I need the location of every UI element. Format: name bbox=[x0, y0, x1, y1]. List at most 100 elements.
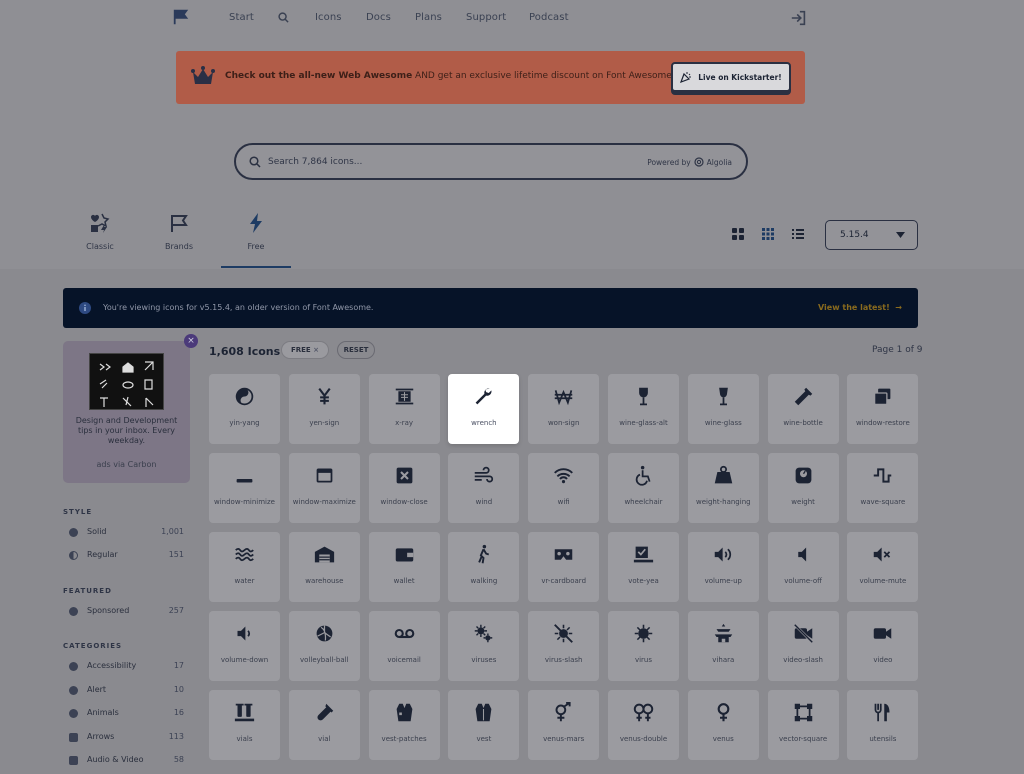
wine-glass-alt-icon bbox=[639, 387, 648, 406]
version-value: 5.15.4 bbox=[840, 230, 869, 240]
category-label: Arrows bbox=[87, 732, 115, 741]
volume-mute-icon bbox=[874, 547, 891, 562]
icon-card-wine-glass[interactable]: wine-glass bbox=[687, 374, 759, 444]
filter-count: 257 bbox=[168, 606, 184, 615]
icon-card-wave-square[interactable]: wave-square bbox=[847, 453, 919, 523]
kickstarter-button[interactable]: Live on Kickstarter! bbox=[671, 62, 791, 92]
category-alert[interactable]: Alert 10 bbox=[63, 683, 184, 697]
category-arrows[interactable]: Arrows 113 bbox=[63, 730, 184, 744]
icon-card-window-close[interactable]: window-close bbox=[368, 453, 440, 523]
icon-card-yen-sign[interactable]: yen-sign bbox=[288, 374, 360, 444]
icon-card-window-minimize[interactable]: window-minimize bbox=[209, 453, 280, 523]
icon-card-vote-yea[interactable]: vote-yea bbox=[608, 532, 679, 602]
accessibility-icon bbox=[69, 662, 78, 671]
icon-card-wrench[interactable]: wrench bbox=[448, 374, 520, 444]
icon-card-video-slash[interactable]: video-slash bbox=[767, 611, 839, 681]
icon-card-vector-square[interactable]: vector-square bbox=[767, 690, 839, 760]
view-latest-link[interactable]: View the latest! → bbox=[818, 303, 902, 312]
icon-card-wind[interactable]: wind bbox=[448, 453, 520, 523]
tab-classic[interactable]: Classic bbox=[65, 212, 135, 251]
icon-card-venus[interactable]: venus bbox=[687, 690, 759, 760]
ad-image[interactable] bbox=[89, 353, 164, 410]
reset-button[interactable]: RESET bbox=[337, 341, 375, 359]
icon-card-walking[interactable]: walking bbox=[448, 532, 520, 602]
remove-filter-icon[interactable]: × bbox=[313, 346, 319, 354]
icon-card-video[interactable]: video bbox=[847, 611, 919, 681]
category-animals[interactable]: Animals 16 bbox=[63, 706, 184, 720]
icon-card-label: video-slash bbox=[783, 656, 823, 664]
icon-card-wallet[interactable]: wallet bbox=[368, 532, 440, 602]
icon-card-volume-mute[interactable]: volume-mute bbox=[847, 532, 919, 602]
icon-card-vial[interactable]: vial bbox=[288, 690, 360, 760]
icon-card-volleyball-ball[interactable]: volleyball-ball bbox=[288, 611, 360, 681]
list-view-icon[interactable] bbox=[791, 227, 805, 241]
icon-card-yin-yang[interactable]: yin-yang bbox=[209, 374, 280, 444]
icon-card-weight-hanging[interactable]: weight-hanging bbox=[687, 453, 759, 523]
icon-card-volume-up[interactable]: volume-up bbox=[687, 532, 759, 602]
filter-regular[interactable]: Regular 151 bbox=[63, 548, 184, 562]
category-accessibility[interactable]: Accessibility 17 bbox=[63, 659, 184, 673]
icon-card-vials[interactable]: vials bbox=[209, 690, 280, 760]
icon-card-label: wine-bottle bbox=[783, 419, 823, 427]
search-bar[interactable]: Powered by Algolia bbox=[234, 143, 748, 180]
icon-card-venus-double[interactable]: venus-double bbox=[608, 690, 679, 760]
icon-card-vest-patches[interactable]: vest-patches bbox=[368, 690, 440, 760]
icon-card-utensils[interactable]: utensils bbox=[847, 690, 919, 760]
icon-card-vihara[interactable]: vihara bbox=[687, 611, 759, 681]
icon-card-voicemail[interactable]: voicemail bbox=[368, 611, 440, 681]
sign-in-icon[interactable] bbox=[790, 9, 808, 27]
font-awesome-flag-logo-icon[interactable] bbox=[172, 8, 190, 26]
icon-card-label: wine-glass bbox=[704, 419, 742, 427]
ad-text[interactable]: Design and Development tips in your inbo… bbox=[73, 416, 180, 446]
icon-card-water[interactable]: water bbox=[209, 532, 280, 602]
icon-card-label: warehouse bbox=[305, 577, 344, 585]
icon-card-wifi[interactable]: wifi bbox=[528, 453, 600, 523]
carbon-ad[interactable]: Design and Development tips in your inbo… bbox=[63, 341, 190, 483]
icon-card-vest[interactable]: vest bbox=[448, 690, 520, 760]
free-filter-pill[interactable]: FREE × bbox=[281, 341, 329, 359]
nav-support[interactable]: Support bbox=[466, 12, 506, 23]
nav-start[interactable]: Start bbox=[229, 12, 254, 23]
icon-card-volume-off[interactable]: volume-off bbox=[767, 532, 839, 602]
icon-card-weight[interactable]: weight bbox=[767, 453, 839, 523]
category-count: 16 bbox=[173, 708, 184, 717]
filter-count: 151 bbox=[168, 550, 184, 559]
filter-sponsored[interactable]: Sponsored 257 bbox=[63, 604, 184, 618]
icon-card-virus-slash[interactable]: virus-slash bbox=[528, 611, 600, 681]
search-input[interactable] bbox=[268, 152, 608, 172]
icon-card-warehouse[interactable]: warehouse bbox=[288, 532, 360, 602]
filter-solid[interactable]: Solid 1,001 bbox=[63, 525, 184, 539]
category-label: Accessibility bbox=[87, 661, 137, 670]
icon-card-window-restore[interactable]: window-restore bbox=[847, 374, 919, 444]
large-grid-view-icon[interactable] bbox=[731, 227, 745, 241]
tab-brands[interactable]: Brands bbox=[144, 212, 214, 251]
icon-card-venus-mars[interactable]: venus-mars bbox=[528, 690, 600, 760]
icon-card-vr-cardboard[interactable]: vr-cardboard bbox=[528, 532, 600, 602]
ad-via-label[interactable]: ads via Carbon bbox=[73, 460, 180, 469]
search-icon[interactable] bbox=[278, 12, 289, 23]
icon-card-wheelchair[interactable]: wheelchair bbox=[608, 453, 679, 523]
version-select[interactable]: 5.15.4 bbox=[825, 220, 918, 250]
powered-by-algolia[interactable]: Powered by Algolia bbox=[647, 157, 732, 167]
nav-podcast[interactable]: Podcast bbox=[529, 12, 569, 23]
category-audio-video[interactable]: Audio & Video 58 bbox=[63, 753, 184, 767]
icon-card-viruses[interactable]: viruses bbox=[448, 611, 520, 681]
banner-text: Check out the all-new Web Awesome AND ge… bbox=[225, 71, 693, 81]
tab-free[interactable]: Free bbox=[221, 212, 291, 251]
icon-card-window-maximize[interactable]: window-maximize bbox=[288, 453, 360, 523]
icon-card-volume-down[interactable]: volume-down bbox=[209, 611, 280, 681]
small-grid-view-icon[interactable] bbox=[761, 227, 775, 241]
icon-card-wine-glass-alt[interactable]: wine-glass-alt bbox=[608, 374, 679, 444]
close-icon[interactable]: × bbox=[184, 334, 198, 348]
icon-card-virus[interactable]: virus bbox=[608, 611, 679, 681]
nav-docs[interactable]: Docs bbox=[366, 12, 391, 23]
nav-icons[interactable]: Icons bbox=[315, 12, 342, 23]
window-restore-icon bbox=[874, 388, 891, 406]
icon-card-x-ray[interactable]: x-ray bbox=[368, 374, 440, 444]
nav-plans[interactable]: Plans bbox=[415, 12, 442, 23]
wrench-icon bbox=[476, 388, 492, 405]
icon-card-label: wrench bbox=[471, 419, 497, 427]
virus-slash-icon bbox=[554, 624, 574, 643]
icon-card-won-sign[interactable]: won-sign bbox=[528, 374, 600, 444]
icon-card-wine-bottle[interactable]: wine-bottle bbox=[767, 374, 839, 444]
